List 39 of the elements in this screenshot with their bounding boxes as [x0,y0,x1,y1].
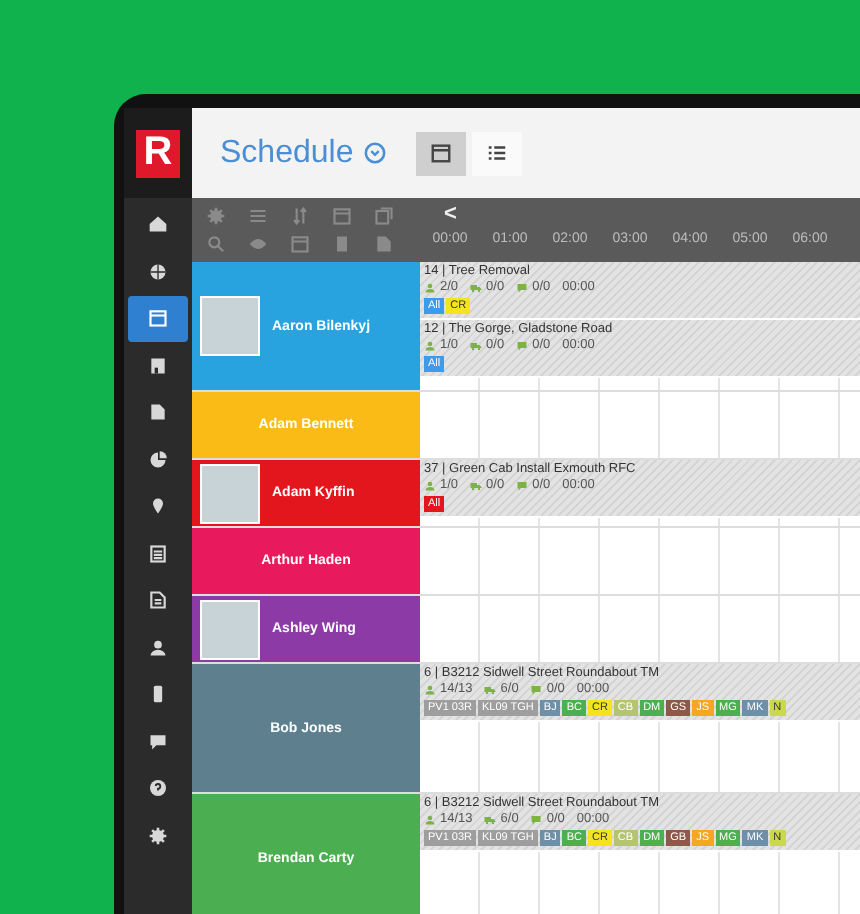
calendar-icon [148,308,168,329]
truck-icon [484,814,497,826]
chat-icon [516,282,529,294]
form-icon [148,543,168,564]
chat-icon [530,684,543,696]
globe-icon [148,261,168,282]
person-icon [424,814,436,826]
phone-icon [148,684,168,705]
logo: R [136,129,180,177]
chat-icon [516,340,529,352]
calendar-icon [429,142,452,164]
page-title: Schedule [220,135,354,171]
list-view-button[interactable] [471,131,522,175]
file-icon [148,590,168,611]
chat-icon [516,480,529,492]
truck-icon [470,480,483,492]
settings-icon [148,825,168,846]
help-icon[interactable] [363,142,386,164]
person-icon [424,480,436,492]
pie-chart-icon [148,449,168,470]
truck-icon [470,282,483,294]
chat-icon [530,814,543,826]
document-icon [148,402,168,423]
truck-icon [470,340,483,352]
building-icon [148,355,168,376]
calendar-view-button[interactable] [415,131,466,175]
chat-icon [148,731,168,752]
calendar-button[interactable] [128,296,188,341]
list-icon [485,142,508,164]
truck-icon [484,684,497,696]
back-button[interactable]: < [444,202,457,226]
person-icon [148,637,168,658]
person-icon [424,340,436,352]
person-icon [424,684,436,696]
person-icon [424,282,436,294]
home-icon [148,214,168,235]
sliders-icon[interactable] [248,206,268,226]
pin-icon [148,496,168,517]
help-icon [148,778,168,799]
